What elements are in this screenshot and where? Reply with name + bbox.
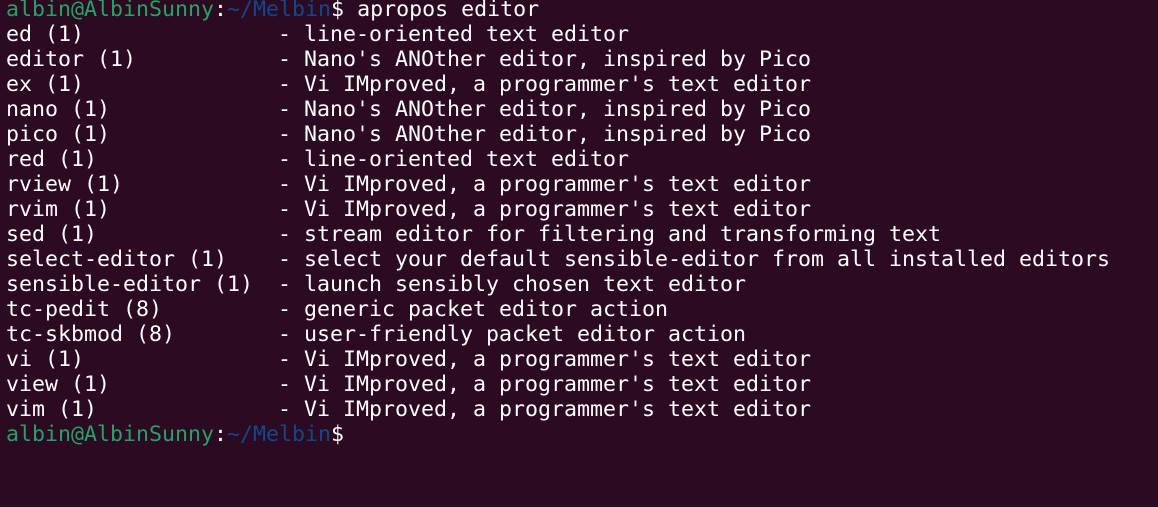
result-row: tc-skbmod (8) - user-friendly packet edit… xyxy=(6,322,1156,347)
result-row: editor (1) - Nano's ANOther editor, inspi… xyxy=(6,47,1156,72)
result-name: red (1) xyxy=(6,147,98,172)
prompt-symbol: $ xyxy=(331,0,345,22)
result-desc: - Vi IMproved, a programmer's text edito… xyxy=(278,397,812,422)
command-text: apropos editor xyxy=(344,0,540,22)
result-row: nano (1) - Nano's ANOther editor, inspire… xyxy=(6,97,1156,122)
result-row: ed (1) - line-oriented text editor xyxy=(6,22,1156,47)
result-name: vi (1) xyxy=(6,347,85,372)
result-desc: - line-oriented text editor xyxy=(278,147,630,172)
result-row: red (1) - line-oriented text editor xyxy=(6,147,1156,172)
result-row: tc-pedit (8) - generic packet editor acti… xyxy=(6,297,1156,322)
result-name: editor (1) xyxy=(6,47,137,72)
result-desc: - Nano's ANOther editor, inspired by Pic… xyxy=(278,47,812,72)
result-row: vi (1) - Vi IMproved, a programmer's text… xyxy=(6,347,1156,372)
result-desc: - launch sensibly chosen text editor xyxy=(278,272,747,297)
prompt-user-host: albin@AlbinSunny xyxy=(6,422,215,447)
result-desc: - select your default sensible-editor fr… xyxy=(278,247,1111,272)
prompt-separator: : xyxy=(214,0,228,22)
result-row: rview (1) - Vi IMproved, a programmer's t… xyxy=(6,172,1156,197)
result-name: tc-skbmod (8) xyxy=(6,322,176,347)
result-row: sed (1) - stream editor for filtering and… xyxy=(6,222,1156,247)
result-desc: - line-oriented text editor xyxy=(278,22,630,47)
result-row: ex (1) - Vi IMproved, a programmer's text… xyxy=(6,72,1156,97)
result-name: view (1) xyxy=(6,372,111,397)
result-row: rvim (1) - Vi IMproved, a programmer's te… xyxy=(6,197,1156,222)
result-name: rvim (1) xyxy=(6,197,111,222)
result-row: pico (1) - Nano's ANOther editor, inspire… xyxy=(6,122,1156,147)
command-line: albin@AlbinSunny:~/Melbin$ apropos edito… xyxy=(6,0,1156,22)
result-row: sensible-editor (1) - launch sensibly cho… xyxy=(6,272,1156,297)
result-row: vim (1) - Vi IMproved, a programmer's tex… xyxy=(6,397,1156,422)
result-desc: - Vi IMproved, a programmer's text edito… xyxy=(278,72,812,97)
result-desc: - Vi IMproved, a programmer's text edito… xyxy=(278,197,812,222)
result-desc: - user-friendly packet editor action xyxy=(278,322,747,347)
prompt-symbol: $ xyxy=(331,422,345,447)
prompt-path: ~/Melbin xyxy=(227,422,332,447)
prompt-line[interactable]: albin@AlbinSunny:~/Melbin$ xyxy=(6,422,1156,447)
result-desc: - Vi IMproved, a programmer's text edito… xyxy=(278,347,812,372)
result-name: nano (1) xyxy=(6,97,111,122)
result-name: pico (1) xyxy=(6,122,111,147)
result-name: ex (1) xyxy=(6,72,85,97)
result-desc: - Nano's ANOther editor, inspired by Pic… xyxy=(278,122,812,147)
prompt-separator: : xyxy=(214,422,228,447)
result-desc: - Vi IMproved, a programmer's text edito… xyxy=(278,172,812,197)
result-desc: - generic packet editor action xyxy=(278,297,669,322)
result-name: sensible-editor (1) xyxy=(6,272,254,297)
result-name: select-editor (1) xyxy=(6,247,228,272)
result-row: select-editor (1) - select your default s… xyxy=(6,247,1156,272)
result-name: sed (1) xyxy=(6,222,98,247)
result-desc: - stream editor for filtering and transf… xyxy=(278,222,942,247)
result-name: ed (1) xyxy=(6,22,85,47)
result-row: view (1) - Vi IMproved, a programmer's te… xyxy=(6,372,1156,397)
result-name: tc-pedit (8) xyxy=(6,297,163,322)
prompt-user-host: albin@AlbinSunny xyxy=(6,0,215,22)
result-name: rview (1) xyxy=(6,172,124,197)
terminal-window[interactable]: albin@AlbinSunny:~/Melbin$ apropos edito… xyxy=(6,0,1156,504)
prompt-path: ~/Melbin xyxy=(227,0,332,22)
result-desc: - Nano's ANOther editor, inspired by Pic… xyxy=(278,97,812,122)
result-name: vim (1) xyxy=(6,397,98,422)
result-desc: - Vi IMproved, a programmer's text edito… xyxy=(278,372,812,397)
